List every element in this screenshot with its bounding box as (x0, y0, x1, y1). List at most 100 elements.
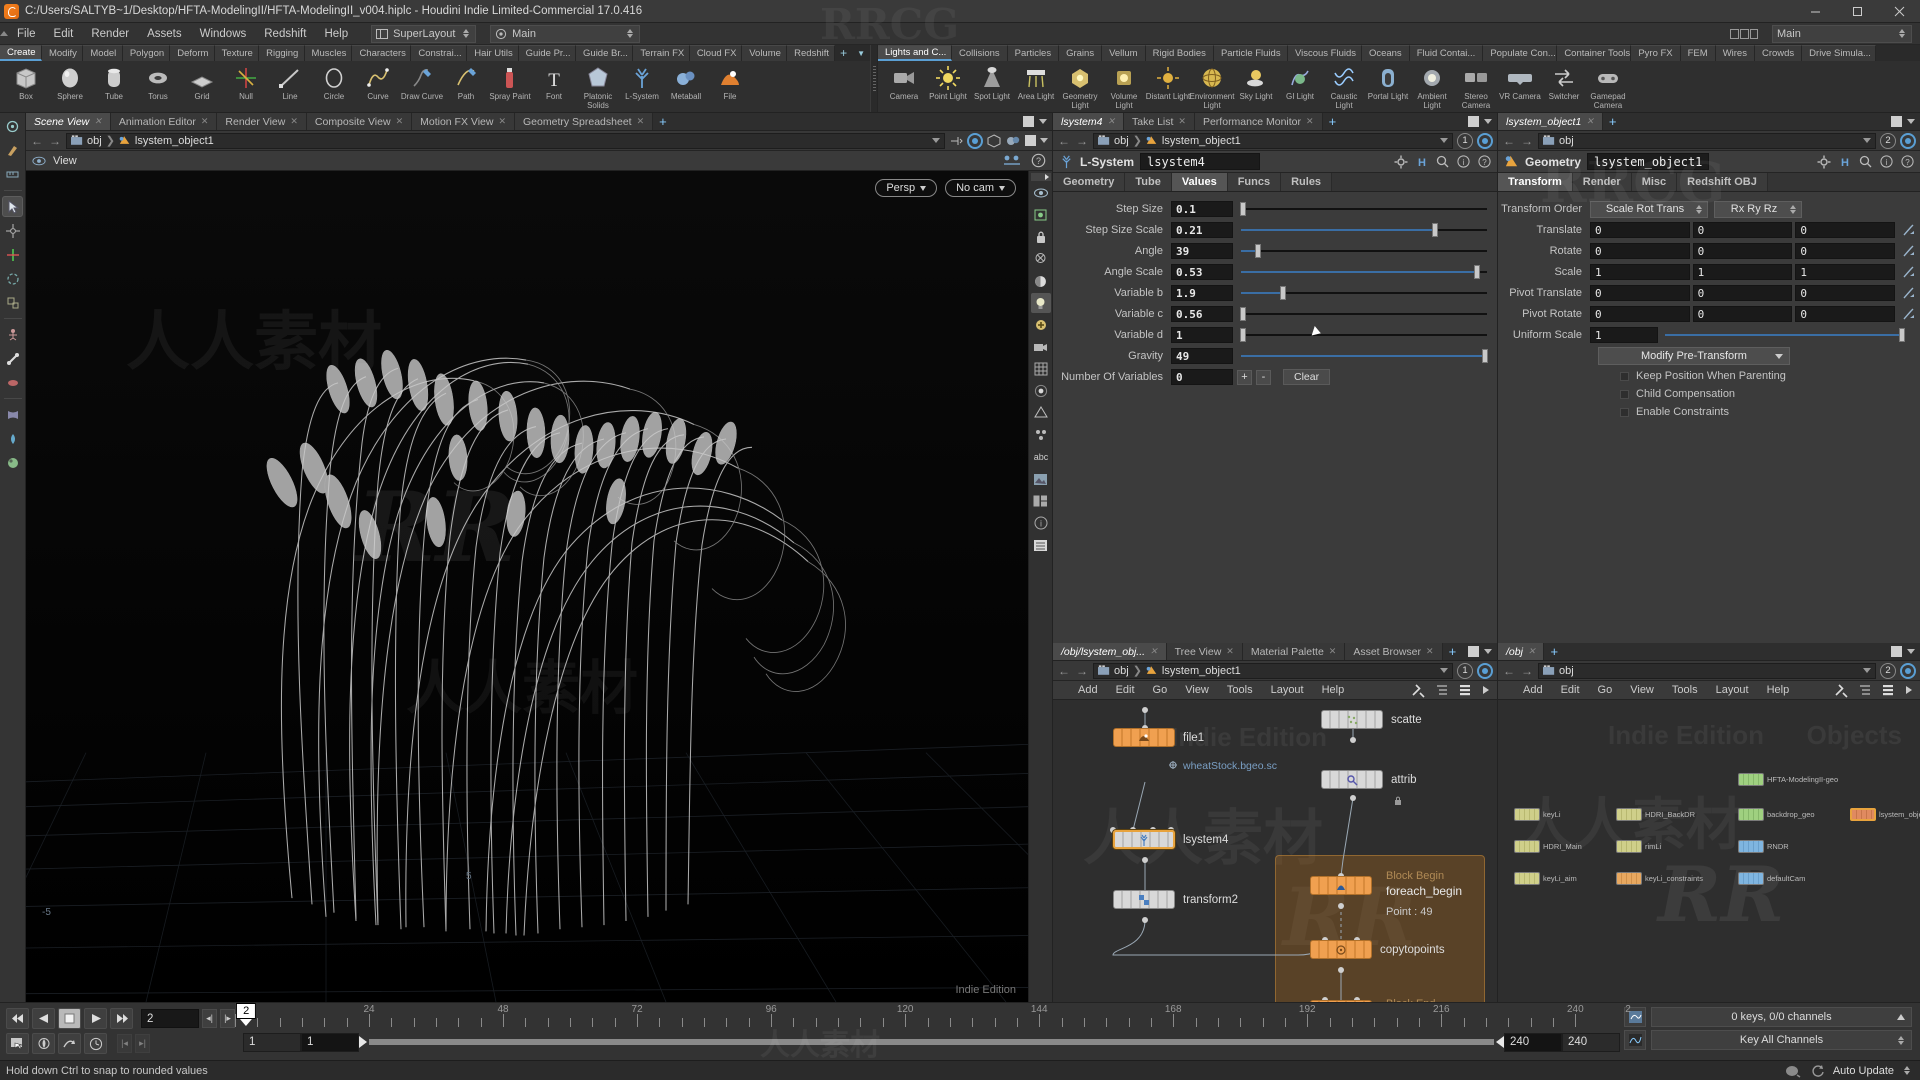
geometry-pane-tabs[interactable]: lsystem_object1 ✕ + (1498, 113, 1920, 131)
close-icon[interactable]: ✕ (1178, 116, 1186, 127)
tools-icon[interactable] (1834, 683, 1849, 698)
snap-prim-icon[interactable] (1031, 403, 1051, 423)
muscle-tool-icon[interactable] (2, 372, 23, 393)
shelf-tool-torus[interactable]: Torus (136, 63, 180, 101)
geometry-path-dropdown-icon[interactable] (1863, 138, 1871, 143)
shelf-tool-caustic-light[interactable]: Caustic Light (1322, 63, 1366, 110)
shelf-tool-camera[interactable]: Camera (882, 63, 926, 101)
scale-handle-icon[interactable] (1898, 265, 1920, 279)
add-pane-tab-button[interactable]: + (1603, 113, 1623, 130)
move-tool-icon[interactable] (2, 244, 23, 265)
shelf-tool-ambient-light[interactable]: Ambient Light (1410, 63, 1454, 110)
list-view-icon[interactable] (1435, 683, 1449, 697)
rotate-field-0[interactable]: 0 (1590, 243, 1690, 259)
play-forward-button[interactable] (84, 1008, 107, 1029)
network-pane-tabs[interactable]: /obj/lsystem_obj... ✕ Tree View ✕ Material P… (1053, 643, 1497, 661)
geometry-path-field[interactable]: obj (1538, 132, 1876, 149)
network-node-attrib[interactable]: attrib (1321, 770, 1417, 789)
param-field-step-size[interactable]: 0.1 (1171, 201, 1233, 217)
shelf-tool-volume-light[interactable]: Volume Light (1102, 63, 1146, 110)
shelf-tab-cloud-fx[interactable]: Cloud FX (689, 45, 743, 61)
scale-field-1[interactable]: 1 (1692, 264, 1793, 280)
pivot-translate-field-0[interactable]: 0 (1590, 285, 1690, 301)
network-forward-arrow-icon[interactable]: → (1075, 664, 1089, 678)
network-menu-edit[interactable]: Edit (1107, 681, 1144, 700)
geometry-param-tabs[interactable]: Transform Render Misc Redshift OBJ (1498, 173, 1920, 192)
network-node-lsystem4[interactable]: lsystem4 (1113, 830, 1228, 849)
maximize-pane-icon[interactable] (1468, 116, 1479, 127)
close-icon[interactable]: ✕ (290, 116, 298, 127)
step-forward-button[interactable]: |▸ (220, 1009, 235, 1028)
pane-menu-caret-icon[interactable] (1039, 119, 1047, 124)
measure-tool-icon[interactable] (2, 164, 23, 185)
lsystem-forward-arrow-icon[interactable]: → (1075, 134, 1089, 148)
network-menu-layout[interactable]: Layout (1262, 681, 1313, 700)
pivot-rotate-field-2[interactable]: 0 (1795, 306, 1896, 322)
lsystem-path-field[interactable]: obj ❯ lsystem_object1 (1093, 132, 1453, 149)
maximize-button[interactable] (1836, 0, 1878, 23)
objects-menu-view[interactable]: View (1621, 681, 1663, 700)
tools-icon[interactable] (1411, 683, 1426, 698)
object-node-hfta-modelingii-geo[interactable]: HFTA-ModelingII-geo (1738, 773, 1838, 786)
right-layout-selector[interactable]: Main (1772, 24, 1912, 43)
uniform-scale-slider[interactable] (1665, 327, 1905, 343)
shelf-tool-tube[interactable]: Tube (92, 63, 136, 101)
shelf-tool-font[interactable]: T Font (532, 63, 576, 101)
shelf-tab-collisions[interactable]: Collisions (952, 45, 1008, 61)
object-node-keyli[interactable]: keyLi (1514, 808, 1561, 821)
network-menu-view[interactable]: View (1176, 681, 1218, 700)
pane-menu-caret-icon[interactable] (1484, 119, 1492, 124)
current-frame-field[interactable]: 2 (141, 1009, 199, 1028)
shelf-tab-viscous-fluids[interactable]: Viscous Fluids (1287, 45, 1362, 61)
transform-order-combo-1[interactable]: Scale Rot Trans (1590, 200, 1708, 218)
viewport-path-field[interactable]: obj ❯ lsystem_object1 (66, 132, 945, 149)
shelf-tab-create[interactable]: Create (0, 45, 42, 61)
close-icon[interactable]: ✕ (1329, 646, 1337, 657)
shelf-tab-constrai[interactable]: Constrai... (411, 45, 468, 61)
translate-field-1[interactable]: 0 (1692, 222, 1793, 238)
lsystem-tab-performance-monitor[interactable]: Performance Monitor ✕ (1194, 113, 1323, 130)
auto-update-label[interactable]: Auto Update (1833, 1065, 1894, 1077)
param-slider-variable-c[interactable] (1240, 306, 1487, 322)
shelf-left-tools[interactable]: Box Sphere Tube Torus Grid Null Line Circle Curv… (0, 61, 870, 112)
shelf-tool-line[interactable]: Line (268, 63, 312, 101)
lsystem-pane-number[interactable]: 1 (1457, 132, 1473, 149)
modify-pre-transform-combo[interactable]: Modify Pre-Transform (1598, 347, 1790, 365)
path-dropdown-icon[interactable] (932, 138, 940, 143)
timeline[interactable]: 24 48 72 96 120 144 168 192 216 240 2 2 1 1 240 240 (235, 1003, 1631, 1060)
network-node-block-end[interactable] (1310, 1000, 1372, 1002)
object-node-keyli-constraints[interactable]: keyLi_constraints (1616, 872, 1703, 885)
pane-menu-caret-icon[interactable] (1040, 138, 1048, 143)
checkbox-child-compensation[interactable] (1620, 389, 1629, 399)
toolstrip-expand-icon[interactable] (1030, 173, 1051, 181)
lsystem-param-tab-funcs[interactable]: Funcs (1227, 173, 1282, 191)
shading-mode-icon[interactable] (1031, 271, 1051, 291)
help-icon[interactable]: ? (1478, 155, 1491, 168)
range-start-inner-field[interactable]: 1 (301, 1032, 359, 1052)
maximize-pane-icon[interactable] (1468, 646, 1479, 657)
checkbox-row-child-compensation[interactable]: Child Compensation (1498, 385, 1920, 403)
network-menu-help[interactable]: Help (1313, 681, 1354, 700)
cube-icon[interactable] (987, 133, 1001, 148)
pivot-translate-handle-icon[interactable] (1898, 286, 1920, 300)
timeline-playhead[interactable]: 2 (236, 1003, 257, 1026)
pivot-rotate-field-0[interactable]: 0 (1590, 306, 1690, 322)
lsystem-node-name[interactable]: lsystem4 (1140, 153, 1261, 170)
shelf-tab-terrain-fx[interactable]: Terrain FX (633, 45, 690, 61)
objects-tab--obj[interactable]: /obj ✕ (1498, 643, 1545, 660)
shelf-tab-redshift[interactable]: Redshift (787, 45, 836, 61)
shelf-tab-rigging[interactable]: Rigging (259, 45, 305, 61)
pivot-translate-field-1[interactable]: 0 (1692, 285, 1793, 301)
checkbox-row-enable-constraints[interactable]: Enable Constraints (1498, 403, 1920, 421)
geometry-tab-lsystem-object1[interactable]: lsystem_object1 ✕ (1498, 113, 1603, 130)
background-image-icon[interactable] (1031, 469, 1051, 489)
range-end-handle[interactable] (1496, 1036, 1504, 1048)
checkbox-row-keep-position-when-parenting[interactable]: Keep Position When Parenting (1498, 367, 1920, 385)
geometry-sync-icon[interactable] (1900, 132, 1916, 149)
object-node-hdri-main[interactable]: HDRI_Main (1514, 840, 1582, 853)
close-icon[interactable]: ✕ (498, 116, 506, 127)
close-icon[interactable]: ✕ (1528, 646, 1536, 657)
material-icon[interactable] (1005, 134, 1021, 148)
geometry-forward-arrow-icon[interactable]: → (1520, 134, 1534, 148)
param-field-step-size-scale[interactable]: 0.21 (1171, 222, 1233, 238)
